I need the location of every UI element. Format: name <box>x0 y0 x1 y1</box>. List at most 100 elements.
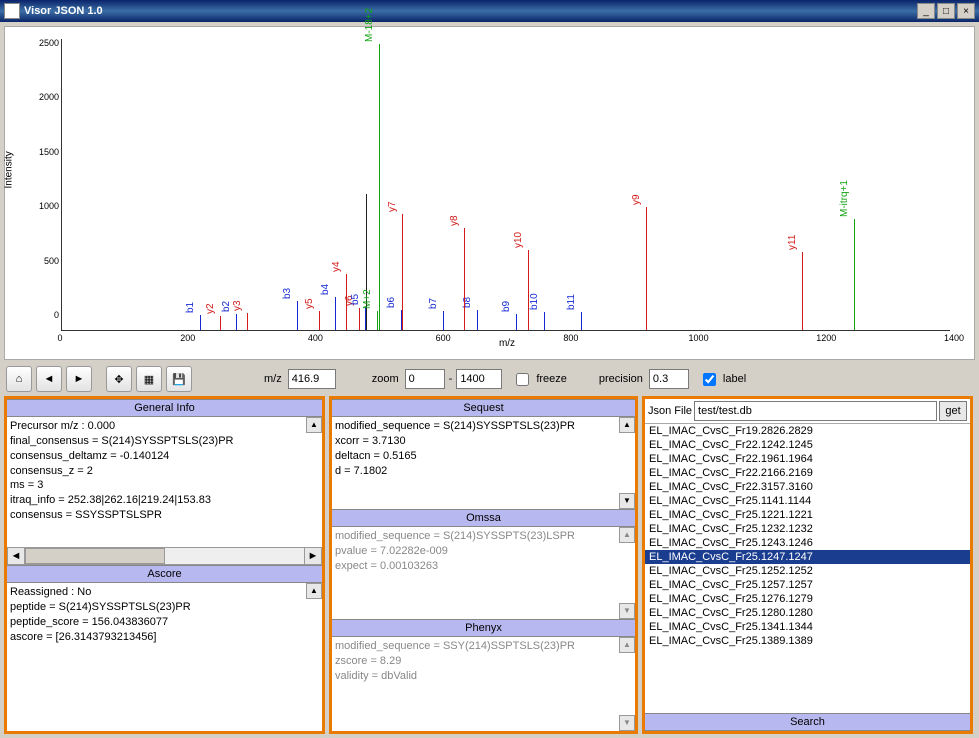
file-list-item[interactable]: EL_IMAC_CvsC_Fr25.1141.1144 <box>645 494 970 508</box>
freeze-label: freeze <box>536 373 567 385</box>
spectrum-peak: y7 <box>402 214 403 330</box>
config-button[interactable]: ▦ <box>136 366 162 392</box>
file-list-item[interactable]: EL_IMAC_CvsC_Fr22.3157.3160 <box>645 480 970 494</box>
info-line: pvalue = 7.02282e-009 <box>335 544 632 559</box>
phenyx-body: modified_sequence = SSY(214)SSPTSLS(23)P… <box>332 637 635 731</box>
x-tick: 1400 <box>944 333 964 343</box>
minimize-button[interactable]: _ <box>917 3 935 19</box>
scroll-up-icon[interactable]: ▲ <box>306 583 322 599</box>
info-line: expect = 0.00103263 <box>335 559 632 574</box>
search-head[interactable]: Search <box>645 713 970 731</box>
x-tick: 0 <box>57 333 62 343</box>
y-tick: 1500 <box>29 147 59 157</box>
scroll-down-icon[interactable]: ▼ <box>619 603 635 619</box>
spectrum-plot[interactable]: Intensity 05001000150020002500 b1y2b2y3b… <box>4 26 975 360</box>
back-button[interactable]: ◄ <box>36 366 62 392</box>
x-tick: 1000 <box>689 333 709 343</box>
maximize-button[interactable]: □ <box>937 3 955 19</box>
omssa-body: modified_sequence = S(214)SYSSPTS(23)LSP… <box>332 527 635 619</box>
sequest-head: Sequest <box>332 399 635 417</box>
scroll-up-icon[interactable]: ▲ <box>619 527 635 543</box>
info-line: consensus_z = 2 <box>10 464 319 479</box>
middle-column: Sequest modified_sequence = S(214)SYSSPT… <box>329 396 638 734</box>
scroll-up-icon[interactable]: ▲ <box>306 417 322 433</box>
y-tick: 1000 <box>29 201 59 211</box>
info-line: d = 7.1802 <box>335 464 632 479</box>
ascore-head: Ascore <box>7 565 322 583</box>
peak-label: y8 <box>449 215 460 226</box>
file-list-item[interactable]: EL_IMAC_CvsC_Fr25.1389.1389 <box>645 634 970 648</box>
peak-label: y2 <box>205 303 216 314</box>
forward-button[interactable]: ► <box>66 366 92 392</box>
spectrum-peak: b1 <box>200 315 201 330</box>
freeze-checkbox[interactable] <box>516 373 529 386</box>
y-tick: 500 <box>29 256 59 266</box>
mz-input[interactable] <box>288 369 336 389</box>
x-tick: 200 <box>180 333 195 343</box>
close-button[interactable]: × <box>957 3 975 19</box>
scroll-down-icon[interactable]: ▼ <box>619 493 635 509</box>
file-list[interactable]: EL_IMAC_CvsC_Fr19.2826.2829EL_IMAC_CvsC_… <box>645 423 970 713</box>
spectrum-peak: y6 <box>359 308 360 330</box>
zoom-dash: - <box>449 373 453 385</box>
info-line: final_consensus = S(214)SYSSPTSLS(23)PR <box>10 434 319 449</box>
home-icon: ⌂ <box>16 373 23 385</box>
spectrum-peak: y9 <box>646 207 647 330</box>
json-file-input[interactable] <box>694 401 937 421</box>
plot-canvas[interactable]: b1y2b2y3b3y5b4y4y6b5M+2M-18+2b6y7b7b8b9y… <box>61 39 950 331</box>
spectrum-peak: b7 <box>443 311 444 330</box>
spectrum-peak: y10 <box>528 250 529 330</box>
peak-label: b9 <box>501 301 512 312</box>
scroll-up-icon[interactable]: ▲ <box>619 637 635 653</box>
scroll-up-icon[interactable]: ▲ <box>619 417 635 433</box>
file-list-item[interactable]: EL_IMAC_CvsC_Fr25.1221.1221 <box>645 508 970 522</box>
precision-input[interactable] <box>649 369 689 389</box>
window-title: Visor JSON 1.0 <box>24 5 917 17</box>
zoom-min-input[interactable] <box>405 369 445 389</box>
zoom-label: zoom <box>364 373 401 385</box>
y-tick: 2500 <box>29 38 59 48</box>
general-info-head: General Info <box>7 399 322 417</box>
precision-label: precision <box>591 373 645 385</box>
info-line: consensus_deltamz = -0.140124 <box>10 449 319 464</box>
file-list-item[interactable]: EL_IMAC_CvsC_Fr25.1232.1232 <box>645 522 970 536</box>
file-list-item[interactable]: EL_IMAC_CvsC_Fr25.1276.1279 <box>645 592 970 606</box>
file-list-item[interactable]: EL_IMAC_CvsC_Fr19.2826.2829 <box>645 424 970 438</box>
home-button[interactable]: ⌂ <box>6 366 32 392</box>
zoom-max-input[interactable] <box>456 369 502 389</box>
info-line: modified_sequence = SSY(214)SSPTSLS(23)P… <box>335 639 632 654</box>
scroll-right-icon[interactable]: ► <box>304 547 322 565</box>
get-button[interactable]: get <box>939 401 967 421</box>
file-list-item[interactable]: EL_IMAC_CvsC_Fr25.1243.1246 <box>645 536 970 550</box>
peak-label: y5 <box>304 298 315 309</box>
save-button[interactable]: 💾 <box>166 366 192 392</box>
spectrum-peak: y8 <box>464 228 465 330</box>
scrollbar-thumb[interactable] <box>25 548 165 564</box>
info-line: peptide = S(214)SYSSPTSLS(23)PR <box>10 600 319 615</box>
label-checkbox[interactable] <box>703 373 716 386</box>
info-line: validity = dbValid <box>335 669 632 684</box>
ascore-body: Reassigned : Nopeptide = S(214)SYSSPTSLS… <box>7 583 322 731</box>
y-tick: 0 <box>29 310 59 320</box>
file-list-item[interactable]: EL_IMAC_CvsC_Fr25.1257.1257 <box>645 578 970 592</box>
mz-label: m/z <box>256 373 284 385</box>
json-file-label: Json File <box>648 405 692 417</box>
omssa-head: Omssa <box>332 509 635 527</box>
file-list-item[interactable]: EL_IMAC_CvsC_Fr22.2166.2169 <box>645 466 970 480</box>
general-hscroll[interactable]: ◄ ► <box>7 547 322 565</box>
info-line: zscore = 8.29 <box>335 654 632 669</box>
pan-button[interactable]: ✥ <box>106 366 132 392</box>
file-list-item[interactable]: EL_IMAC_CvsC_Fr25.1280.1280 <box>645 606 970 620</box>
file-list-item[interactable]: EL_IMAC_CvsC_Fr22.1242.1245 <box>645 438 970 452</box>
peak-label: M-18+2 <box>364 8 375 42</box>
scroll-left-icon[interactable]: ◄ <box>7 547 25 565</box>
file-list-item[interactable]: EL_IMAC_CvsC_Fr22.1961.1964 <box>645 452 970 466</box>
file-list-item[interactable]: EL_IMAC_CvsC_Fr25.1341.1344 <box>645 620 970 634</box>
info-line: consensus = SSYSSPTSLSPR <box>10 508 319 523</box>
spectrum-peak: y11 <box>802 252 803 330</box>
file-list-item[interactable]: EL_IMAC_CvsC_Fr25.1247.1247 <box>645 550 970 564</box>
spectrum-peak: b11 <box>581 312 582 330</box>
scroll-down-icon[interactable]: ▼ <box>619 715 635 731</box>
peak-label: y9 <box>631 195 642 206</box>
file-list-item[interactable]: EL_IMAC_CvsC_Fr25.1252.1252 <box>645 564 970 578</box>
